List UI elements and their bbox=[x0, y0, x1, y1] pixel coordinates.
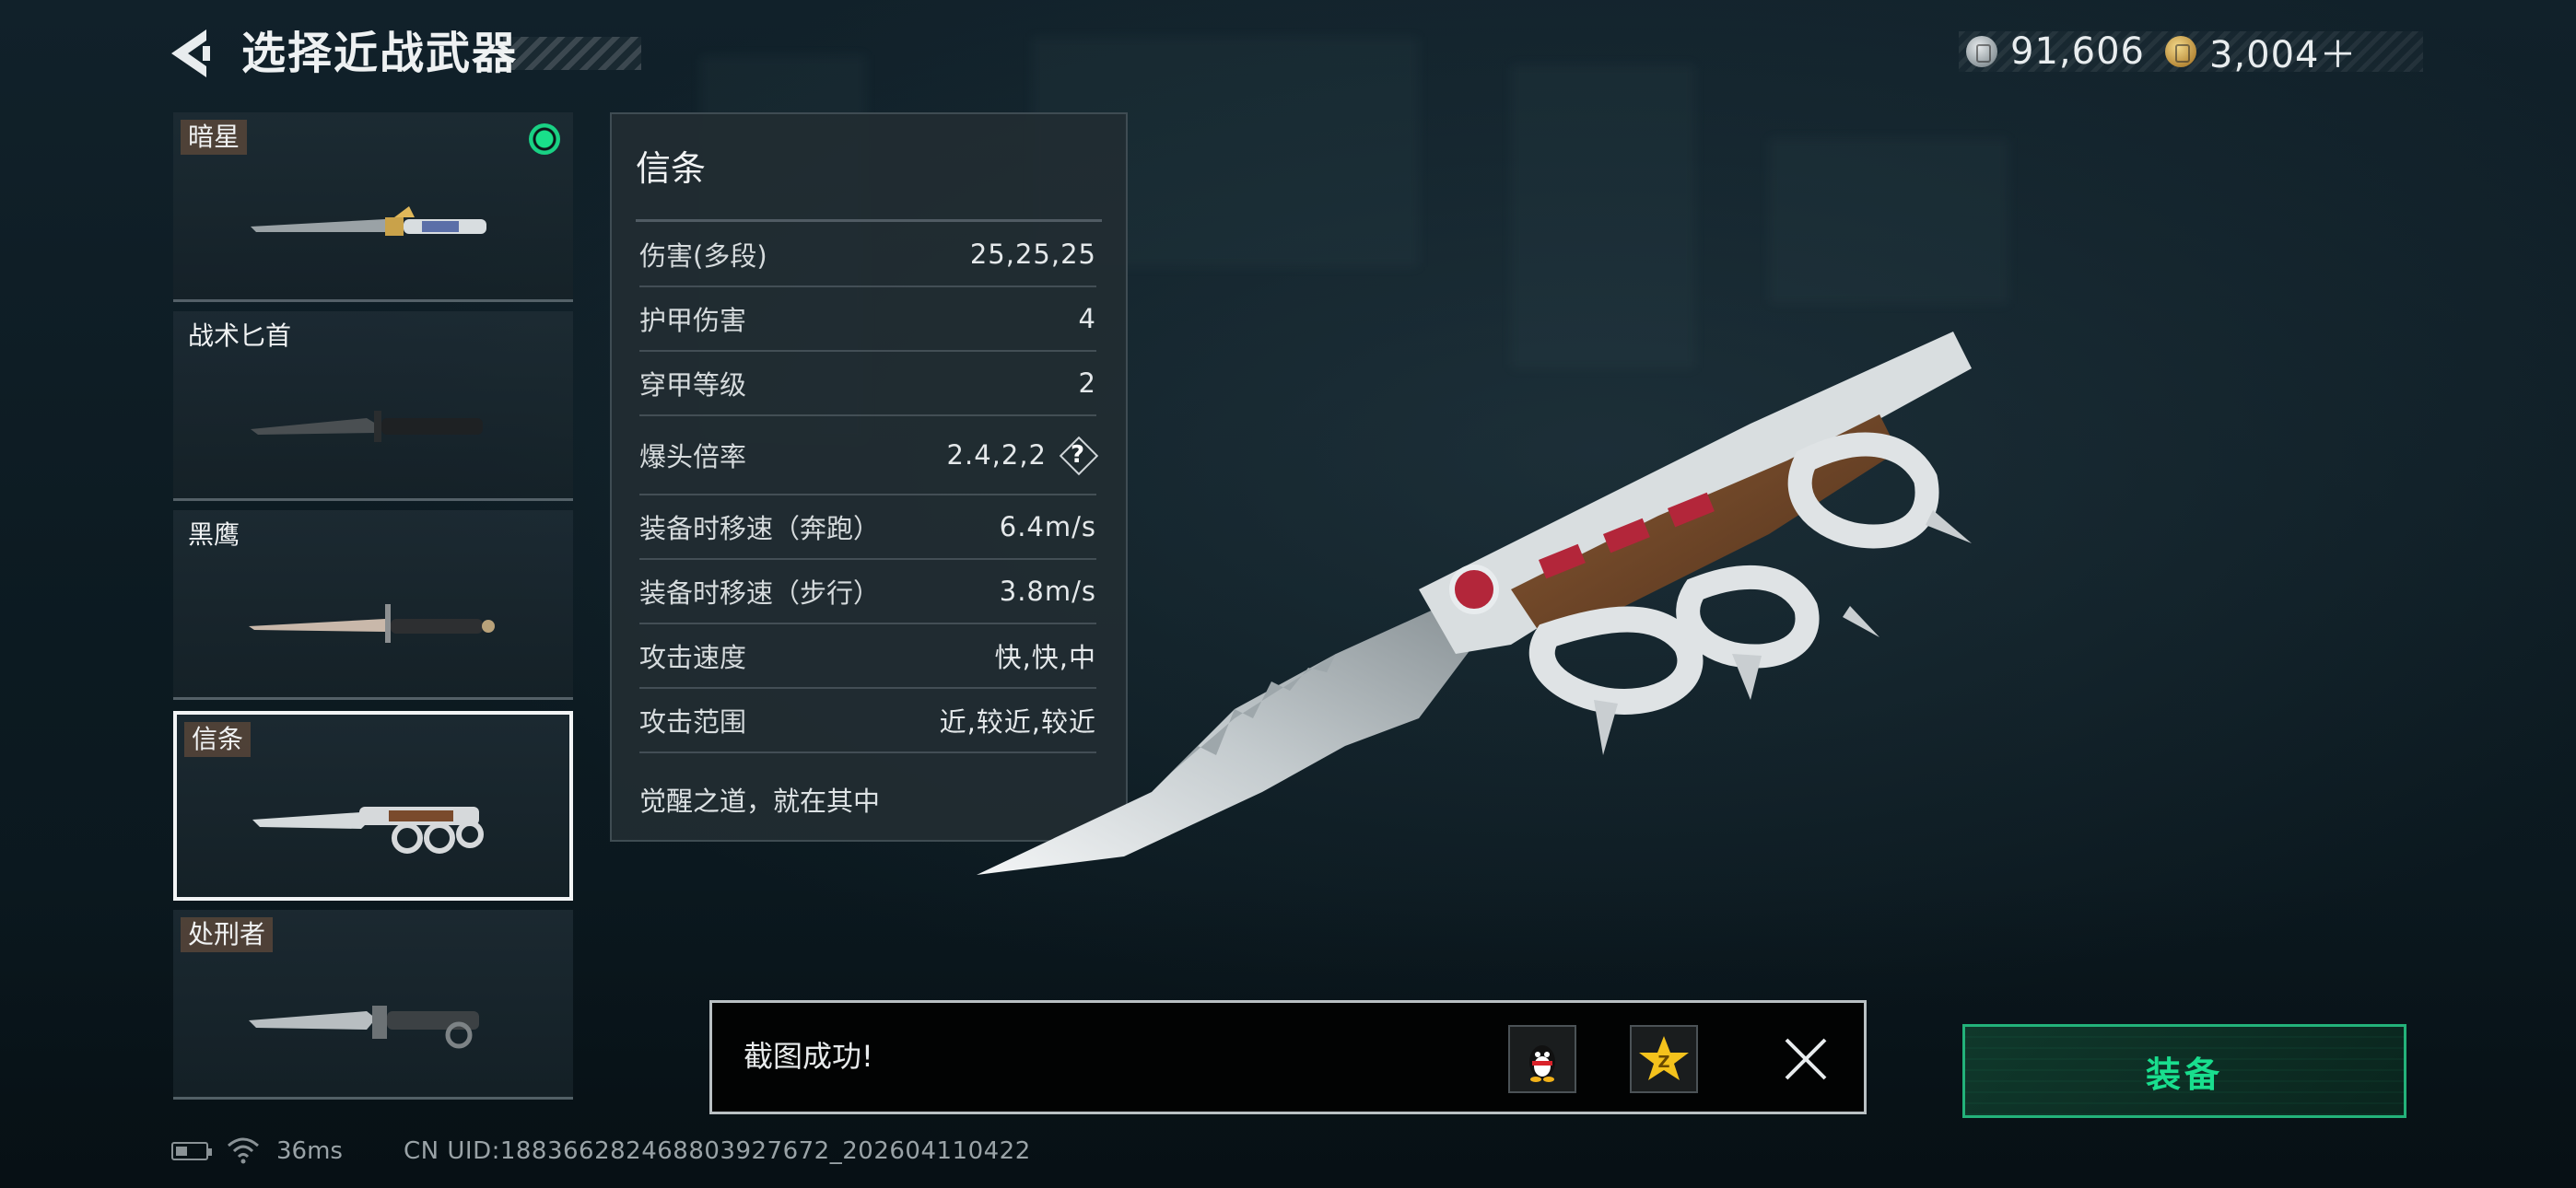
share-qq-button[interactable] bbox=[1508, 1025, 1576, 1093]
svg-text:Z: Z bbox=[1657, 1053, 1669, 1072]
knife-thumbnail-icon bbox=[249, 1006, 479, 1049]
toast-message: 截图成功! bbox=[744, 1039, 873, 1074]
weapon-name: 暗星 bbox=[181, 120, 248, 155]
weapon-name: 战术匕首 bbox=[188, 320, 292, 351]
weapon-name: 黑鹰 bbox=[188, 519, 240, 550]
screenshot-toast: 截图成功! Z bbox=[709, 1000, 1867, 1114]
share-qzone-button[interactable]: Z bbox=[1630, 1025, 1698, 1093]
stats-divider bbox=[636, 219, 1102, 222]
stat-label: 装备时移速（奔跑） bbox=[639, 513, 881, 544]
title-decoration bbox=[503, 37, 641, 70]
stat-label: 装备时移速（步行） bbox=[639, 577, 881, 609]
weapon-name: 信条 bbox=[184, 722, 252, 757]
weapon-card-tactical-dagger[interactable]: 战术匕首 bbox=[173, 311, 573, 501]
stats-title: 信条 bbox=[636, 148, 707, 189]
battery-icon bbox=[171, 1142, 212, 1160]
silver-currency-value: 91,606 bbox=[2010, 30, 2145, 73]
user-uid: CN UID:18836628246880392767​2_2026041104… bbox=[404, 1137, 1031, 1165]
weapon-card-creed[interactable]: 信条 bbox=[173, 711, 573, 901]
network-ping: 36ms bbox=[276, 1137, 343, 1165]
silver-coin-icon bbox=[1966, 36, 1997, 67]
weapon-card-executioner[interactable]: 处刑者 bbox=[173, 910, 573, 1100]
equip-button-label: 装备 bbox=[2145, 1054, 2223, 1095]
wifi-icon bbox=[228, 1137, 259, 1164]
knife-thumbnail-icon bbox=[252, 807, 484, 854]
back-arrow-icon[interactable] bbox=[166, 26, 217, 81]
stat-label: 爆头倍率 bbox=[639, 441, 747, 472]
stat-label: 攻击范围 bbox=[639, 706, 747, 738]
knuckle-knife-weapon-image bbox=[977, 332, 1972, 875]
knife-thumbnail-icon bbox=[251, 206, 486, 236]
gold-coin-icon bbox=[2164, 36, 2196, 67]
page-title: 选择近战武器 bbox=[241, 28, 519, 79]
stat-value: 25,25,25 bbox=[969, 239, 1096, 270]
stat-label: 护甲伤害 bbox=[639, 305, 747, 336]
stat-row-damage: 伤害(多段) 25,25,25 bbox=[639, 223, 1096, 287]
stat-label: 穿甲等级 bbox=[639, 369, 747, 401]
weapon-card-black-hawk[interactable]: 黑鹰 bbox=[173, 510, 573, 700]
equip-button[interactable]: 装备 bbox=[1962, 1024, 2406, 1118]
qzone-star-icon: Z bbox=[1639, 1036, 1689, 1080]
weapon-description: 觉醒之道，就在其中 bbox=[639, 786, 881, 817]
weapon-card-anxing[interactable]: 暗星 bbox=[173, 112, 573, 302]
stat-label: 攻击速度 bbox=[639, 642, 747, 673]
currency-bar: 91,606 3,004＋ bbox=[1959, 30, 2423, 76]
qq-penguin-icon bbox=[1529, 1045, 1555, 1082]
knife-thumbnail-icon bbox=[249, 604, 495, 643]
close-icon[interactable] bbox=[1781, 1034, 1831, 1084]
stat-label: 伤害(多段) bbox=[639, 240, 767, 272]
knife-thumbnail-icon bbox=[251, 411, 483, 442]
weapon-name: 处刑者 bbox=[181, 917, 274, 952]
gold-currency-value[interactable]: 3,004＋ bbox=[2209, 25, 2358, 78]
equipped-indicator-icon bbox=[529, 123, 560, 155]
